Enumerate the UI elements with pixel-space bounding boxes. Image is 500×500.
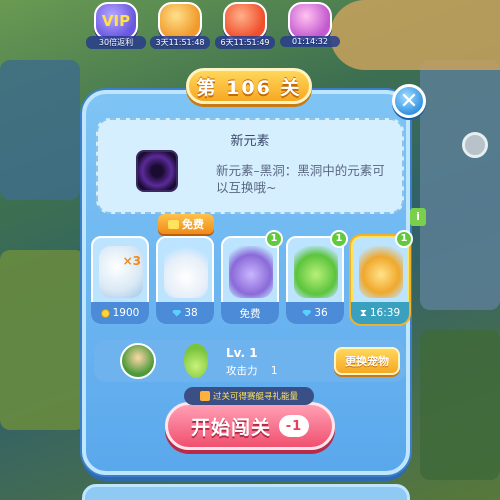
close-icon: ✕ xyxy=(399,88,419,114)
bunny-icon xyxy=(164,246,208,298)
start-level-button[interactable]: 开始闯关 -1 xyxy=(165,402,335,450)
booster-cat[interactable]: 1 免费 xyxy=(221,230,283,324)
new-element-description: 新元素–黑洞：黑洞中的元素可以互换哦~ xyxy=(216,163,385,195)
card-pack-icon xyxy=(223,2,267,40)
booster-cost-value: 免费 xyxy=(239,307,261,320)
info-icon[interactable]: i xyxy=(410,208,426,226)
coin-icon xyxy=(100,308,110,318)
booster-count-badge: 1 xyxy=(395,230,413,248)
change-pet-button[interactable]: 更换宠物 xyxy=(334,347,400,375)
background-building xyxy=(0,60,80,200)
reward-tip-label: 过关可得赛艇寻礼能量 xyxy=(212,392,298,402)
booster-cost: 1900 xyxy=(91,302,149,324)
background-building xyxy=(420,60,500,310)
bunny-event-icon xyxy=(288,2,332,40)
drum-icon xyxy=(359,246,403,298)
hourglass-icon: ⧗ xyxy=(359,307,367,319)
top-event-3-timer: 01:14:32 xyxy=(280,36,340,47)
glove-icon xyxy=(99,246,143,298)
booster-cost-value: 1900 xyxy=(112,307,140,319)
next-panel-edge xyxy=(82,484,410,500)
energy-cost-badge: -1 xyxy=(279,415,309,437)
free-tag: 免费 xyxy=(158,214,214,234)
top-event-1-timer: 3天11:51:48 xyxy=(150,36,210,49)
background-building xyxy=(0,250,85,430)
booster-list: 1900 38 1 免费 1 36 1 ⧗ 16:39 xyxy=(91,230,413,326)
treasure-chest-icon xyxy=(158,2,202,40)
booster-count-badge: 1 xyxy=(330,230,348,248)
background-building xyxy=(420,330,500,480)
black-hole-icon xyxy=(136,150,178,192)
gem-icon xyxy=(302,309,312,317)
background-building xyxy=(330,0,500,70)
energy-icon xyxy=(199,391,210,401)
new-element-title: 新元素 xyxy=(230,134,270,149)
booster-cost-value: 16:39 xyxy=(369,307,401,319)
booster-bunny[interactable]: 38 xyxy=(156,236,214,324)
booster-glove[interactable]: 1900 xyxy=(91,236,149,324)
pear-pet-icon xyxy=(184,344,208,378)
booster-drum[interactable]: 1 ⧗ 16:39 xyxy=(351,230,413,324)
close-button[interactable]: ✕ xyxy=(392,84,426,118)
pet-avatar xyxy=(120,343,156,379)
top-vip-button[interactable]: VIP 30倍返利 xyxy=(86,2,146,52)
pet-attack-value: 1 xyxy=(270,365,278,377)
booster-cost: ⧗ 16:39 xyxy=(351,302,409,324)
cat-icon xyxy=(229,246,273,298)
gem-icon xyxy=(172,309,182,317)
booster-cost: 38 xyxy=(156,302,214,324)
top-event-button-3[interactable]: 01:14:32 xyxy=(280,2,340,52)
frog-icon xyxy=(294,246,338,298)
pet-attack-label: 攻击力 xyxy=(226,365,258,377)
pet-row: Lv. 1 攻击力 1 更换宠物 xyxy=(94,340,406,382)
pet-attack: 攻击力 1 xyxy=(226,363,278,378)
booster-cost: 免费 xyxy=(221,302,279,324)
gift-icon xyxy=(168,219,179,229)
top-event-button-1[interactable]: 3天11:51:48 xyxy=(150,2,210,52)
free-tag-label: 免费 xyxy=(182,218,204,231)
reward-tip: 过关可得赛艇寻礼能量 xyxy=(184,387,314,405)
top-event-2-timer: 6天11:51:49 xyxy=(215,36,275,49)
top-event-button-2[interactable]: 6天11:51:49 xyxy=(215,2,275,52)
booster-frog[interactable]: 1 36 xyxy=(286,230,348,324)
booster-cost-value: 36 xyxy=(314,307,328,319)
new-element-card: 新元素 新元素–黑洞：黑洞中的元素可以互换哦~ xyxy=(96,118,404,214)
booster-count-badge: 1 xyxy=(265,230,283,248)
pet-level: Lv. 1 xyxy=(226,346,258,360)
booster-cost-value: 38 xyxy=(184,307,198,319)
level-title: 第 106 关 xyxy=(186,68,312,104)
booster-cost: 36 xyxy=(286,302,344,324)
floating-dot-button[interactable] xyxy=(462,132,488,158)
vip-icon: VIP xyxy=(94,2,138,40)
top-vip-label: 30倍返利 xyxy=(86,36,146,49)
start-level-label: 开始闯关 xyxy=(190,416,271,439)
